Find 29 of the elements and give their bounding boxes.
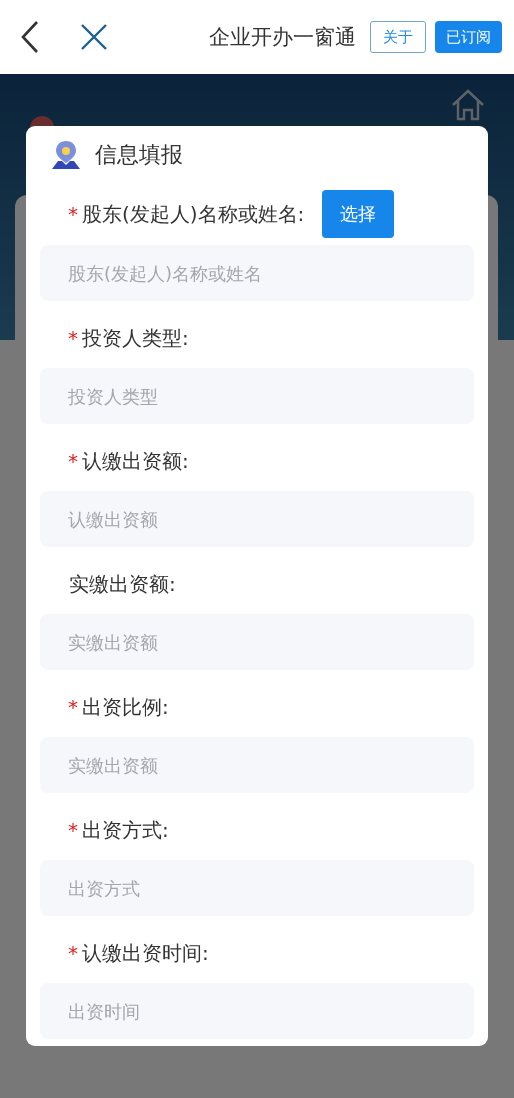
field-label: 认缴出资额: [82,447,189,475]
input-field[interactable]: 实缴出资额 [40,737,474,793]
field-label: 股东(发起人)名称或姓名: [82,200,305,228]
close-icon[interactable] [80,23,108,51]
input-field[interactable]: 投资人类型 [40,368,474,424]
field-label: 投资人类型: [82,324,189,352]
input-field[interactable]: 出资时间 [40,983,474,1039]
location-pin-icon [51,139,81,170]
input-field[interactable]: 实缴出资额 [40,614,474,670]
input-field[interactable]: 股东(发起人)名称或姓名 [40,245,474,301]
required-mark: * [68,202,78,226]
page-title: 企业开办一窗通 [209,24,356,51]
about-button[interactable]: 关于 [370,21,426,53]
required-mark: * [68,941,78,965]
required-mark: * [68,326,78,350]
home-icon[interactable] [450,88,486,122]
select-button[interactable]: 选择 [322,190,395,238]
required-mark: * [68,449,78,473]
required-mark: * [68,695,78,719]
field-label: 出资方式: [82,816,169,844]
dialog-title: 信息填报 [95,140,183,169]
required-mark: * [68,818,78,842]
subscribe-button[interactable]: 已订阅 [435,21,502,53]
input-field[interactable]: 认缴出资额 [40,491,474,547]
field-label: 实缴出资额: [69,570,176,598]
input-field[interactable]: 出资方式 [40,860,474,916]
back-icon[interactable] [20,20,40,54]
field-label: 出资比例: [82,693,169,721]
field-label: 认缴出资时间: [82,939,209,967]
